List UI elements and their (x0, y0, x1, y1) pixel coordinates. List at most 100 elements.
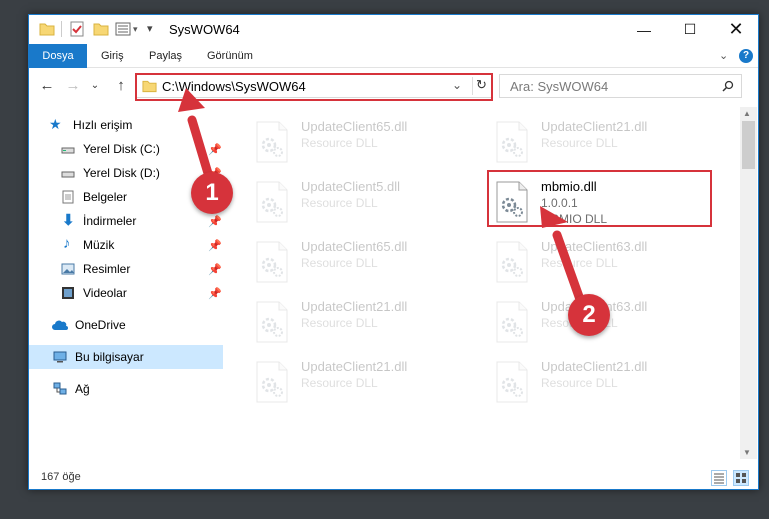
sidebar-item-label: Yerel Disk (C:) (83, 142, 160, 156)
pin-icon: 📌 (208, 240, 222, 252)
details-view-button[interactable] (711, 470, 727, 486)
sidebar-item-label: Müzik (83, 238, 115, 252)
close-button[interactable]: ✕ (713, 15, 758, 44)
sidebar-item-onedrive[interactable]: OneDrive (29, 313, 223, 337)
search-icon[interactable] (722, 80, 734, 92)
pictures-icon (61, 263, 75, 275)
dll-file-icon (496, 241, 528, 283)
step-1-badge: 1 (191, 172, 233, 214)
navigation-pane: ★ Hızlı erişim Yerel Disk (C:) 📌 Yerel D… (29, 107, 225, 459)
explorer-window: ▾ ▾ SysWOW64 — ☐ ✕ Dosya Giriş Paylaş Gö… (28, 14, 759, 490)
sidebar-item-label: İndirmeler (83, 214, 137, 228)
dll-file-icon (496, 121, 528, 163)
file-name: UpdateClient65.dll (301, 239, 408, 254)
tab-share[interactable]: Paylaş (149, 44, 182, 68)
maximize-button[interactable]: ☐ (667, 15, 713, 44)
cloud-icon (52, 320, 68, 330)
download-icon: ⬇ (62, 212, 75, 229)
file-name: UpdateClient21.dll (301, 359, 408, 374)
up-button[interactable]: ↑ (111, 76, 131, 96)
sidebar-item-label: Belgeler (83, 190, 128, 204)
sidebar-item-network[interactable]: Ağ (29, 377, 223, 401)
videos-icon (62, 287, 74, 299)
file-description: Resource DLL (541, 256, 618, 270)
tiles-view-button[interactable] (733, 470, 749, 486)
dll-file-icon (256, 301, 288, 343)
file-description: Resource DLL (301, 256, 378, 270)
file-tile[interactable]: UpdateClient21.dll Resource DLL (247, 357, 477, 413)
window-title: SysWOW64 (169, 22, 240, 37)
sidebar-item-quick-access[interactable]: ★ Hızlı erişim (29, 113, 223, 137)
pin-icon: 📌 (208, 264, 222, 276)
file-description: Resource DLL (301, 376, 378, 390)
file-description: Resource DLL (541, 376, 618, 390)
file-name: UpdateClient21.dll (301, 299, 408, 314)
dll-file-icon (496, 301, 528, 343)
vertical-scrollbar[interactable]: ▲ ▼ (740, 107, 757, 459)
help-icon[interactable]: ? (739, 49, 753, 63)
sidebar-item-this-pc[interactable]: Bu bilgisayar (29, 345, 223, 369)
star-icon: ★ (49, 116, 62, 132)
sidebar-item-label: Resimler (83, 262, 131, 276)
dll-file-icon (496, 361, 528, 403)
view-icon[interactable] (115, 21, 131, 37)
tab-home[interactable]: Giriş (101, 44, 124, 68)
step-2-badge: 2 (568, 294, 610, 336)
file-tile[interactable]: UpdateClient21.dll Resource DLL (247, 297, 477, 353)
file-highlight (487, 170, 712, 227)
file-name: UpdateClient21.dll (541, 359, 648, 374)
chevron-down-icon[interactable]: ▾ (147, 22, 153, 38)
new-folder-icon[interactable] (93, 21, 109, 37)
file-tile[interactable]: UpdateClient65.dll Resource DLL (247, 237, 477, 293)
file-tile[interactable]: UpdateClient65.dll Resource DLL (247, 117, 477, 173)
scroll-up-icon[interactable]: ▲ (743, 109, 751, 118)
sidebar-item-label: Videolar (83, 286, 127, 300)
folder-icon (39, 23, 55, 36)
file-description: Resource DLL (301, 136, 378, 150)
file-name: UpdateClient63.dll (541, 239, 648, 254)
sidebar-item-drive-c[interactable]: Yerel Disk (C:) 📌 (29, 137, 223, 161)
tiles-view-icon (736, 473, 746, 483)
sidebar-item-label: Bu bilgisayar (75, 350, 144, 364)
file-description: Resource DLL (541, 136, 618, 150)
minimize-button[interactable]: — (621, 15, 667, 44)
recent-locations-button[interactable]: ⌄ (85, 76, 105, 96)
item-count: 167 öğe (41, 471, 81, 483)
search-box[interactable]: Ara: SysWOW64 (499, 74, 742, 98)
scroll-down-icon[interactable]: ▼ (743, 448, 751, 457)
back-button[interactable]: ← (37, 76, 57, 96)
pin-icon: 📌 (208, 144, 222, 156)
file-tile[interactable]: UpdateClient21.dll Resource DLL (487, 117, 717, 173)
address-highlight (135, 73, 493, 101)
forward-button[interactable]: → (63, 76, 83, 96)
file-tile[interactable]: UpdateClient5.dll Resource DLL (247, 177, 477, 233)
sidebar-item-videos[interactable]: Videolar 📌 (29, 281, 223, 305)
file-name: UpdateClient65.dll (301, 119, 408, 134)
file-tile[interactable]: UpdateClient21.dll Resource DLL (487, 357, 717, 413)
drive-icon (61, 171, 75, 178)
computer-icon (53, 351, 67, 363)
sidebar-item-music[interactable]: ♪ Müzik 📌 (29, 233, 223, 257)
file-name: UpdateClient21.dll (541, 119, 648, 134)
sidebar-item-pictures[interactable]: Resimler 📌 (29, 257, 223, 281)
tab-view[interactable]: Görünüm (207, 44, 253, 68)
separator (61, 21, 62, 37)
dll-file-icon (256, 361, 288, 403)
properties-icon[interactable] (69, 21, 85, 37)
file-tile[interactable]: UpdateClient63.dll Resource DLL (487, 237, 717, 293)
tab-file[interactable]: Dosya (29, 44, 87, 68)
file-description: Resource DLL (301, 316, 378, 330)
drive-icon (61, 147, 75, 154)
file-description: Resource DLL (301, 196, 378, 210)
sidebar-item-label: Yerel Disk (D:) (83, 166, 160, 180)
pin-icon: 📌 (208, 216, 222, 228)
scroll-thumb[interactable] (742, 121, 755, 169)
search-placeholder: Ara: SysWOW64 (510, 79, 609, 94)
documents-icon (62, 190, 74, 204)
expand-ribbon-icon[interactable]: ⌄ (719, 49, 728, 62)
file-name: UpdateClient5.dll (301, 179, 401, 194)
pin-icon: 📌 (208, 288, 222, 300)
customize-qa-icon[interactable]: ▾ (133, 24, 138, 40)
network-icon (53, 382, 67, 395)
sidebar-item-downloads[interactable]: ⬇ İndirmeler 📌 (29, 209, 223, 233)
